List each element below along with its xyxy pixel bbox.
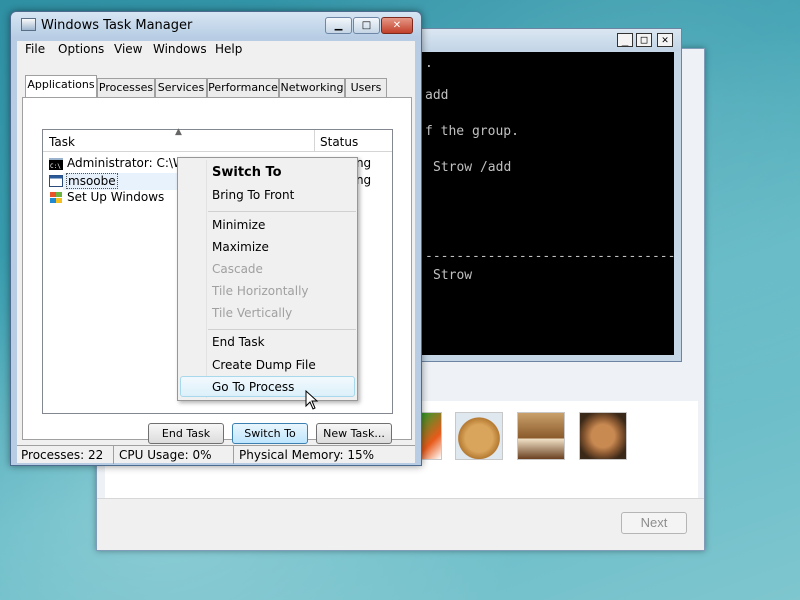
user-picture-dog[interactable] — [455, 412, 503, 460]
mouse-pointer-icon — [305, 390, 319, 410]
new-task-button[interactable]: New Task... — [316, 423, 392, 444]
menu-item-cascade: Cascade — [212, 262, 263, 276]
status-separator — [113, 446, 114, 464]
maximize-icon[interactable]: □ — [636, 33, 652, 47]
tab-performance[interactable]: Performance — [207, 78, 279, 97]
switch-to-button[interactable]: Switch To — [232, 423, 308, 444]
column-task[interactable]: Task — [49, 135, 75, 149]
cmd-line: -------------------------------- — [425, 249, 676, 264]
menu-view[interactable]: View — [114, 42, 142, 56]
cmd-window: _ □ ✕ . add f the group. Strow /add ----… — [412, 28, 682, 362]
cmd-titlebar[interactable]: _ □ ✕ — [413, 29, 681, 51]
menu-separator — [208, 329, 356, 330]
window-icon — [49, 175, 63, 187]
next-button[interactable]: Next — [621, 512, 687, 534]
menu-item-switch-to[interactable]: Switch To — [212, 165, 282, 180]
tab-processes[interactable]: Processes — [97, 78, 155, 97]
cmd-line: f the group. — [425, 124, 519, 139]
end-task-button[interactable]: End Task — [148, 423, 224, 444]
tab-networking[interactable]: Networking — [279, 78, 345, 97]
task-name: msoobe — [66, 173, 118, 189]
setup-footer: Next — [97, 498, 704, 550]
tab-users[interactable]: Users — [345, 78, 387, 97]
close-icon[interactable]: ✕ — [381, 17, 413, 34]
cmd-line: add — [425, 88, 449, 103]
task-name: Set Up Windows — [67, 190, 165, 204]
menu-options[interactable]: Options — [58, 42, 104, 56]
cmd-line: . — [425, 56, 433, 71]
menu-windows[interactable]: Windows — [153, 42, 207, 56]
close-icon[interactable]: ✕ — [657, 33, 673, 47]
task-manager-icon — [21, 18, 36, 31]
cmd-line: Strow — [433, 268, 473, 283]
status-memory: Physical Memory: 15% — [239, 448, 375, 462]
task-list-header: Task ▲ Status — [43, 127, 392, 152]
cmd-line: Strow /add — [433, 160, 512, 175]
maximize-icon[interactable]: □ — [353, 17, 380, 34]
statusbar: Processes: 22 CPU Usage: 0% Physical Mem… — [17, 445, 415, 464]
status-separator — [233, 446, 234, 464]
menu-help[interactable]: Help — [215, 42, 242, 56]
task-manager-titlebar[interactable]: Windows Task Manager ▁ □ ✕ — [11, 12, 421, 38]
menu-separator — [208, 211, 356, 212]
cmd-icon: C:\ — [49, 158, 63, 170]
sort-up-icon: ▲ — [175, 127, 182, 137]
menu-item-tile-vertically: Tile Vertically — [212, 306, 293, 320]
column-separator[interactable] — [314, 130, 315, 152]
menu-gutter — [206, 160, 207, 398]
menu-file[interactable]: File — [25, 42, 45, 56]
column-status[interactable]: Status — [320, 135, 358, 149]
context-menu: Switch To Bring To Front Minimize Maximi… — [177, 157, 358, 401]
menu-item-minimize[interactable]: Minimize — [212, 218, 265, 232]
status-cpu: CPU Usage: 0% — [119, 448, 212, 462]
menu-item-bring-to-front[interactable]: Bring To Front — [212, 188, 294, 202]
user-picture-cat[interactable] — [579, 412, 627, 460]
window-title: Windows Task Manager — [41, 18, 193, 33]
minimize-icon[interactable]: _ — [617, 33, 633, 47]
user-picture-chess[interactable] — [517, 412, 565, 460]
menubar: File Options View Windows Help — [17, 41, 415, 59]
menu-item-maximize[interactable]: Maximize — [212, 240, 269, 254]
tab-services[interactable]: Services — [155, 78, 207, 97]
windows-logo-icon — [50, 192, 62, 203]
svg-text:C:\: C:\ — [50, 163, 61, 170]
menu-item-tile-horizontally: Tile Horizontally — [212, 284, 309, 298]
user-picture-ball[interactable] — [420, 412, 442, 460]
cmd-output[interactable]: . add f the group. Strow /add ----------… — [421, 52, 676, 355]
menu-item-create-dump-file[interactable]: Create Dump File — [212, 358, 316, 372]
tab-applications[interactable]: Applications — [25, 75, 97, 98]
menu-item-end-task[interactable]: End Task — [212, 335, 265, 349]
minimize-icon[interactable]: ▁ — [325, 17, 352, 34]
menu-item-go-to-process[interactable]: Go To Process — [212, 380, 294, 394]
status-processes: Processes: 22 — [21, 448, 104, 462]
